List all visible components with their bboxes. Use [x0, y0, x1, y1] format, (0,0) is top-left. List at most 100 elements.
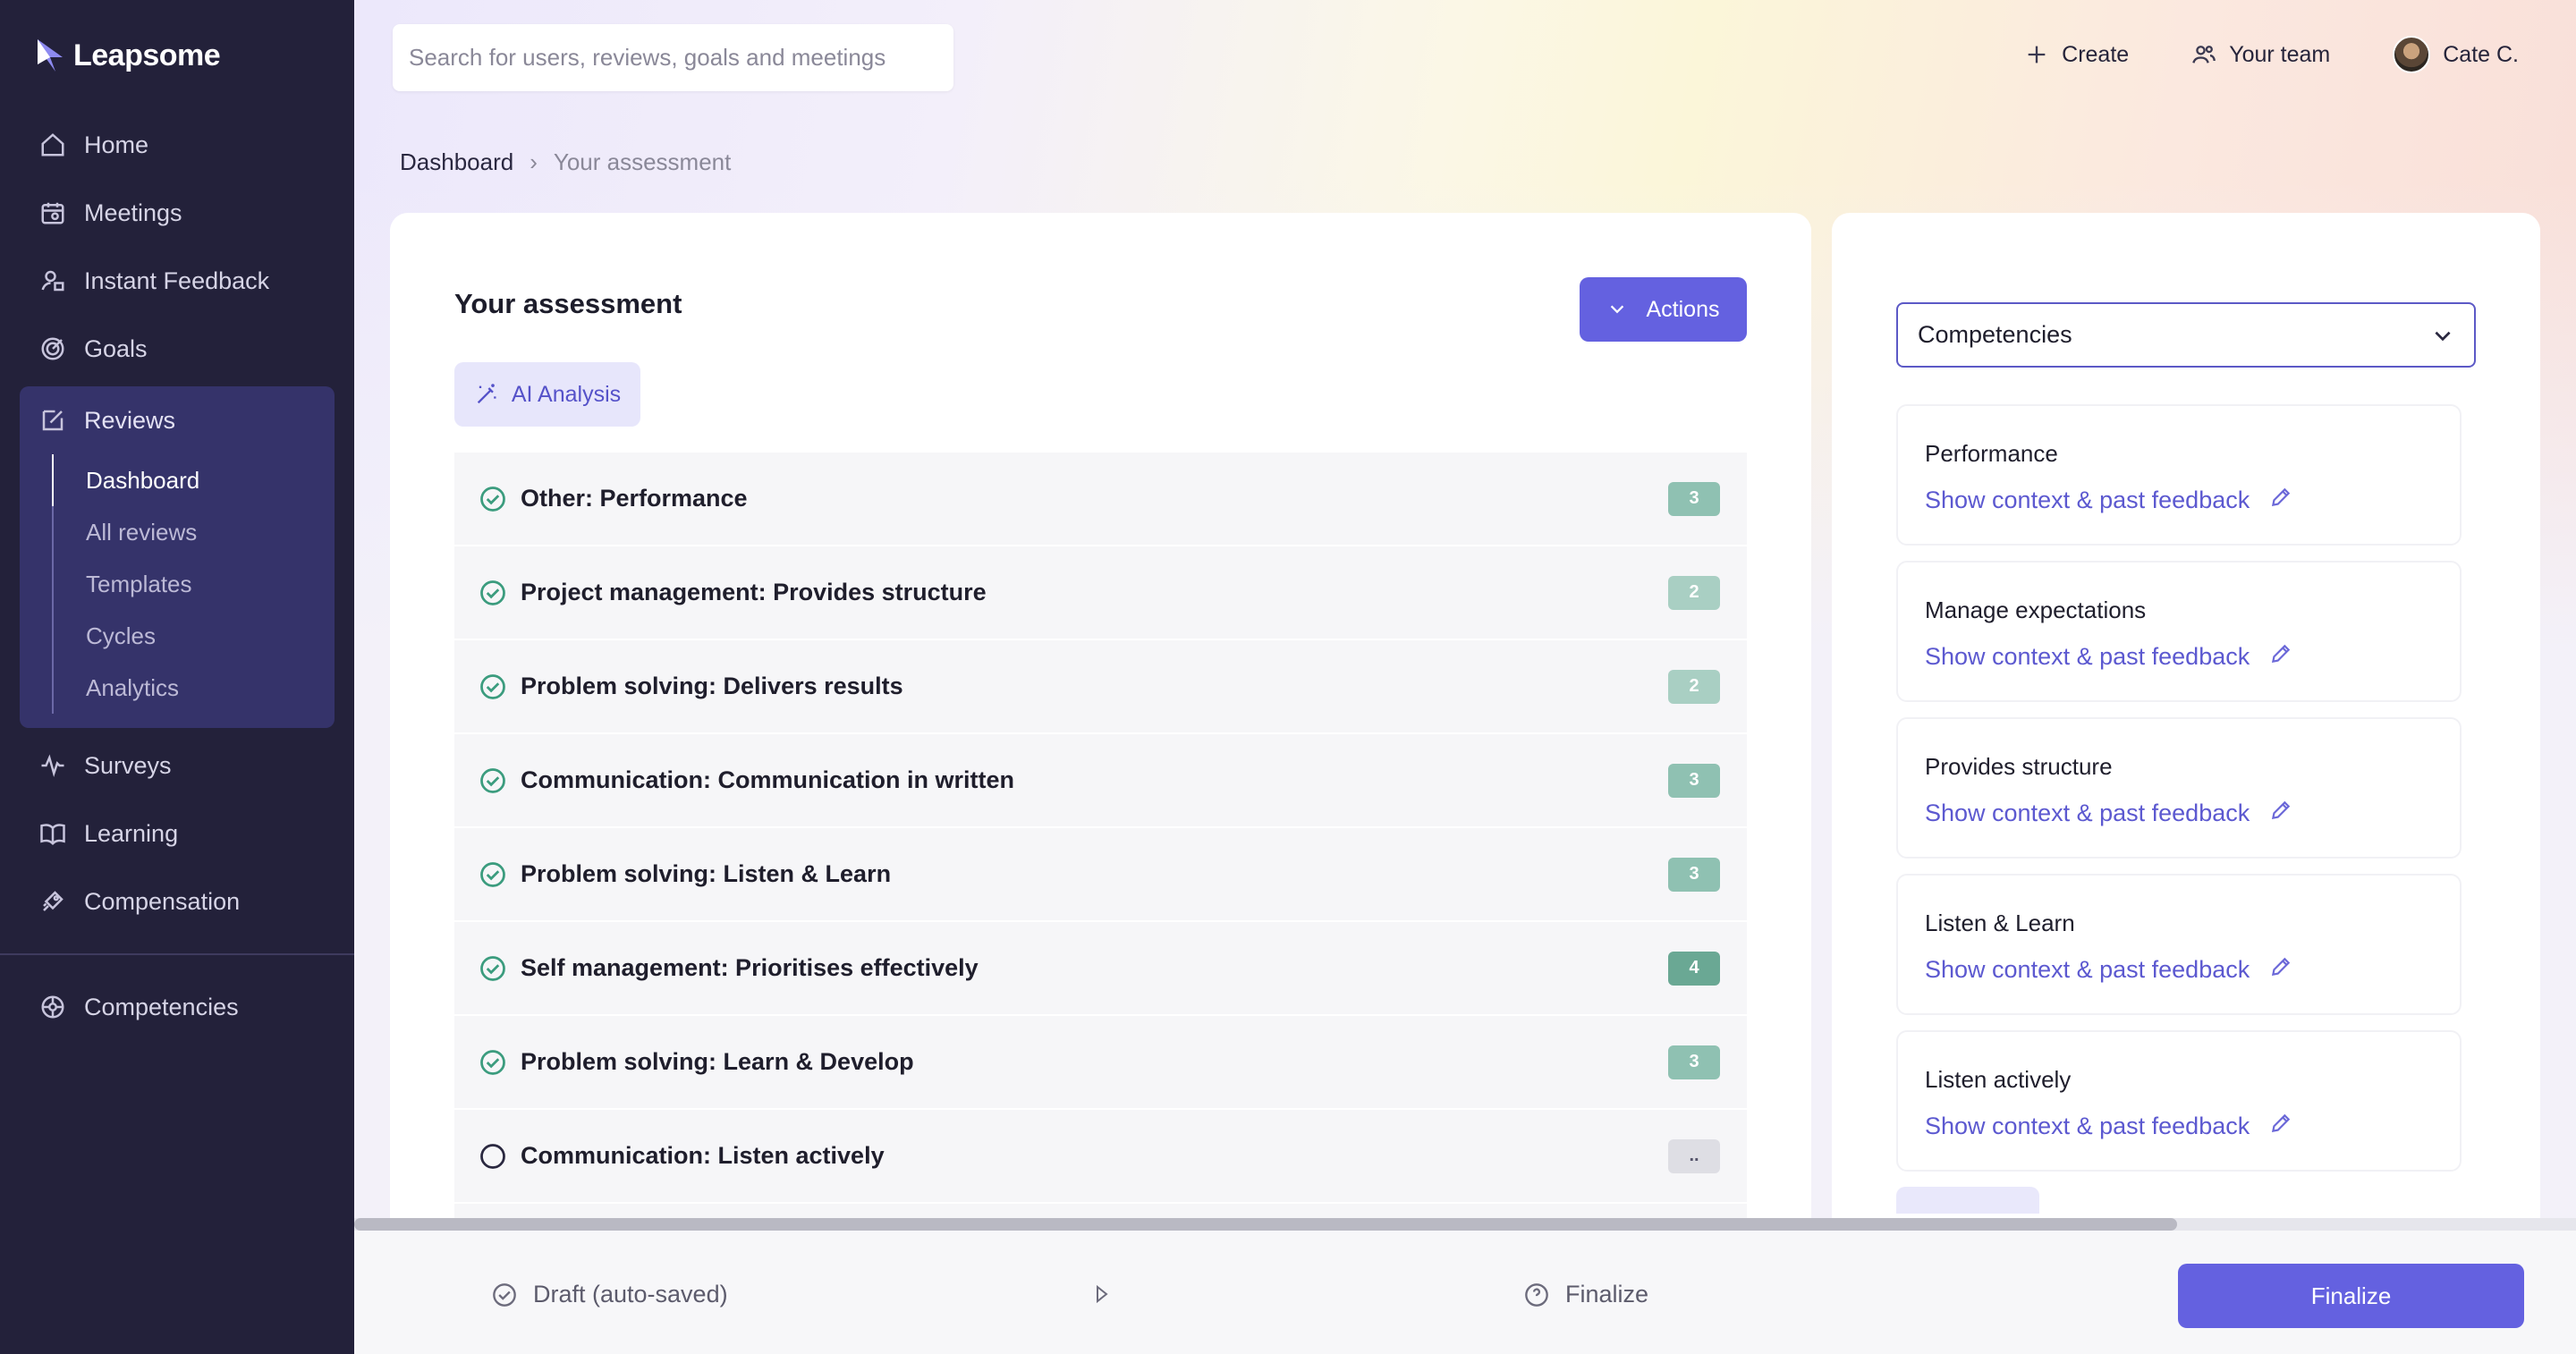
assessment-card: Your assessment Actions AI Analysis Othe… — [390, 213, 1811, 1354]
sidebar-subitem-dashboard[interactable]: Dashboard — [52, 454, 335, 506]
show-context-label: Show context & past feedback — [1925, 487, 2250, 513]
check-circle-icon — [479, 673, 506, 700]
check-circle-icon — [479, 955, 506, 982]
competencies-panel: Competencies Performance Show context & p… — [1832, 213, 2540, 1354]
breadcrumb-dashboard-link[interactable]: Dashboard — [400, 148, 513, 176]
scrollbar-thumb[interactable] — [354, 1218, 2177, 1231]
sidebar-item-label: Learning — [84, 819, 179, 847]
show-context-link[interactable]: Show context & past feedback — [1925, 486, 2433, 515]
sidebar-item-compensation[interactable]: Compensation — [20, 867, 335, 935]
reviews-section: Reviews Dashboard All reviews Templates … — [20, 386, 335, 728]
row-label: Other: Performance — [521, 485, 748, 512]
sidebar-item-learning[interactable]: Learning — [20, 800, 335, 867]
sidebar-divider — [0, 953, 354, 955]
table-row[interactable]: Problem solving: Listen & Learn 3 — [454, 828, 1747, 922]
check-circle-icon — [479, 580, 506, 606]
horizontal-scrollbar[interactable] — [354, 1218, 2576, 1231]
sidebar-item-meetings[interactable]: Meetings — [20, 179, 335, 247]
pencil-icon — [2269, 642, 2292, 672]
magic-wand-icon — [477, 384, 496, 404]
search-input[interactable] — [409, 44, 953, 72]
avatar — [2393, 36, 2431, 73]
app-name: Leapsome — [73, 38, 221, 72]
check-circle-icon — [479, 1049, 506, 1076]
show-context-link[interactable]: Show context & past feedback — [1925, 642, 2433, 672]
goals-icon — [39, 335, 66, 362]
sidebar-subitem-analytics[interactable]: Analytics — [52, 662, 335, 714]
table-row[interactable]: Other: Performance 3 — [454, 453, 1747, 546]
competency-name: Manage expectations — [1925, 597, 2147, 623]
learning-icon — [39, 820, 66, 847]
search-box[interactable] — [393, 24, 953, 91]
your-team-button[interactable]: Your team — [2191, 42, 2330, 68]
team-icon — [2192, 46, 2216, 63]
score-badge: 3 — [1668, 481, 1720, 516]
competency-card: Listen & Learn Show context & past feedba… — [1896, 874, 2462, 1015]
reviews-submenu: Dashboard All reviews Templates Cycles A… — [52, 454, 335, 714]
competency-name: Provides structure — [1925, 753, 2113, 780]
table-row[interactable]: Problem solving: Learn & Develop 3 — [454, 1016, 1747, 1110]
show-context-link[interactable]: Show context & past feedback — [1925, 1112, 2433, 1141]
chevron-down-icon — [1610, 305, 1623, 314]
sidebar-item-label: Compensation — [84, 887, 241, 915]
table-row[interactable]: Communication: Listen actively.. — [454, 1110, 1747, 1204]
show-context-link[interactable]: Show context & past feedback — [1925, 955, 2433, 985]
meetings-icon — [39, 199, 66, 226]
table-row[interactable]: Project management: Provides structure 2 — [454, 546, 1747, 640]
select-value: Competencies — [1918, 321, 2072, 348]
row-label: Problem solving: Delivers results — [521, 673, 903, 699]
actions-button[interactable]: Actions — [1580, 277, 1747, 342]
sidebar-item-label: Reviews — [84, 406, 176, 434]
score-badge: 3 — [1668, 1045, 1720, 1079]
table-row[interactable]: Communication: Communication in written 3 — [454, 734, 1747, 828]
reviews-icon — [39, 407, 66, 434]
sidebar-subitem-templates[interactable]: Templates — [52, 558, 335, 610]
sidebar-item-reviews[interactable]: Reviews — [20, 386, 335, 454]
score-badge: 2 — [1668, 669, 1720, 704]
leapsome-logo[interactable]: Leapsome — [36, 38, 221, 73]
breadcrumb-current: Your assessment — [553, 148, 732, 175]
draft-label: Draft (auto-saved) — [533, 1281, 728, 1307]
show-context-label: Show context & past feedback — [1925, 643, 2250, 670]
competency-card: Performance Show context & past feedback — [1896, 404, 2462, 546]
row-label: Project management: Provides structure — [521, 579, 987, 605]
score-badge: .. — [1668, 1138, 1720, 1173]
sidebar-subitem-cycles[interactable]: Cycles — [52, 610, 335, 662]
score-badge: 2 — [1668, 575, 1720, 610]
competency-name: Listen actively — [1925, 1066, 2072, 1093]
footer-bar: Draft (auto-saved) Finalize Finalize — [354, 1231, 2576, 1354]
check-circle-icon — [493, 1282, 516, 1307]
sidebar-item-surveys[interactable]: Surveys — [20, 732, 335, 800]
row-label: Communication: Listen actively — [521, 1142, 885, 1169]
pencil-icon — [2269, 955, 2292, 985]
pencil-icon — [2269, 1112, 2292, 1141]
check-circle-icon — [479, 767, 506, 794]
sidebar-item-home[interactable]: Home — [20, 111, 335, 179]
check-circle-icon — [479, 861, 506, 888]
leapsome-logo-icon — [38, 39, 63, 72]
sidebar-item-instant-feedback[interactable]: Instant Feedback — [20, 247, 335, 315]
table-row[interactable]: Self management: Prioritises effectively… — [454, 922, 1747, 1016]
step-draft[interactable]: Draft (auto-saved) — [492, 1281, 728, 1308]
row-label: Problem solving: Learn & Develop — [521, 1048, 914, 1075]
sidebar-item-competencies[interactable]: Competencies — [20, 973, 335, 1041]
chevron-right-icon: › — [530, 148, 538, 175]
competencies-select[interactable]: Competencies — [1896, 302, 2476, 368]
main-nav: Home Meetings Instant Feedback Goals Rev… — [0, 111, 354, 1041]
ai-analysis-button[interactable]: AI Analysis — [454, 362, 640, 427]
step-finalize[interactable]: Finalize — [1524, 1281, 1648, 1308]
user-menu[interactable]: Cate C. — [2393, 36, 2519, 73]
home-icon — [39, 131, 66, 158]
sidebar-subitem-all-reviews[interactable]: All reviews — [52, 506, 335, 558]
plus-icon — [2028, 46, 2046, 63]
show-context-link[interactable]: Show context & past feedback — [1925, 799, 2433, 828]
score-badge: 4 — [1668, 951, 1720, 986]
create-button[interactable]: Create — [2024, 42, 2129, 68]
sidebar-item-goals[interactable]: Goals — [20, 315, 335, 383]
finalize-button[interactable]: Finalize — [2178, 1264, 2524, 1328]
finalize-step-label: Finalize — [1565, 1281, 1649, 1307]
competency-name: Listen & Learn — [1925, 910, 2075, 936]
question-circle-icon — [1525, 1282, 1548, 1307]
create-label: Create — [2062, 41, 2130, 67]
table-row[interactable]: Problem solving: Delivers results 2 — [454, 640, 1747, 734]
